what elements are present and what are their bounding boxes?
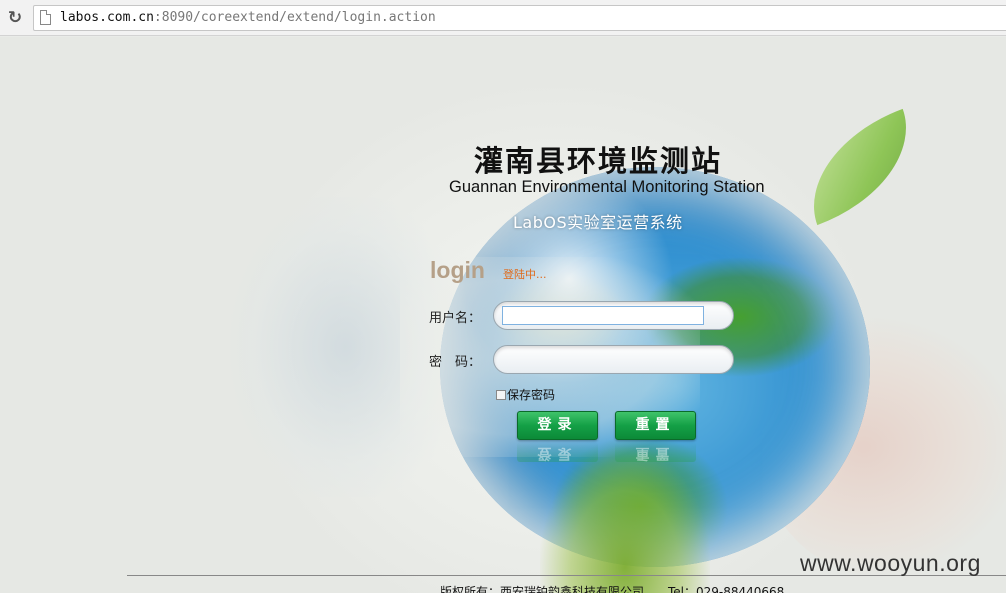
login-button[interactable]: 登录 <box>517 411 598 440</box>
url-host: labos.com.cn <box>60 10 154 25</box>
footer-copyright: 版权所有：西安瑞铂韵鑫科技有限公司 Tel：029-88440668 <box>440 585 785 593</box>
password-input[interactable] <box>502 350 704 369</box>
address-bar[interactable]: labos.com.cn:8090/coreextend/extend/logi… <box>33 5 1006 31</box>
login-button-reflection: 登录 <box>517 442 598 462</box>
password-field-frame <box>493 345 734 374</box>
reload-icon[interactable]: ↻ <box>5 8 25 28</box>
url-text[interactable]: labos.com.cn:8090/coreextend/extend/logi… <box>60 10 436 25</box>
page-icon <box>40 10 51 25</box>
remember-checkbox[interactable] <box>496 390 506 400</box>
browser-toolbar: ↻ labos.com.cn:8090/coreextend/extend/lo… <box>0 0 1006 36</box>
leaf-image <box>789 108 931 226</box>
password-label: 密 码： <box>429 355 482 370</box>
url-path: :8090/coreextend/extend/login.action <box>153 10 436 25</box>
reset-button-reflection: 重置 <box>615 442 696 462</box>
reset-button[interactable]: 重置 <box>615 411 696 440</box>
login-heading: login <box>430 257 485 283</box>
station-title-en: Guannan Environmental Monitoring Station <box>449 178 765 196</box>
login-status: 登陆中... <box>503 268 547 281</box>
login-page: 灌南县环境监测站 Guannan Environmental Monitorin… <box>0 37 1006 593</box>
username-field-frame <box>493 301 734 330</box>
watermark: www.wooyun.org <box>800 550 981 576</box>
grass-image <box>540 447 710 593</box>
username-label: 用户名： <box>429 311 482 326</box>
system-subtitle: LabOS实验室运营系统 <box>513 213 683 232</box>
remember-password[interactable]: 保存密码 <box>496 386 555 403</box>
station-title-cn: 灌南县环境监测站 <box>474 144 723 178</box>
remember-label: 保存密码 <box>507 388 556 402</box>
username-input[interactable] <box>502 306 704 325</box>
